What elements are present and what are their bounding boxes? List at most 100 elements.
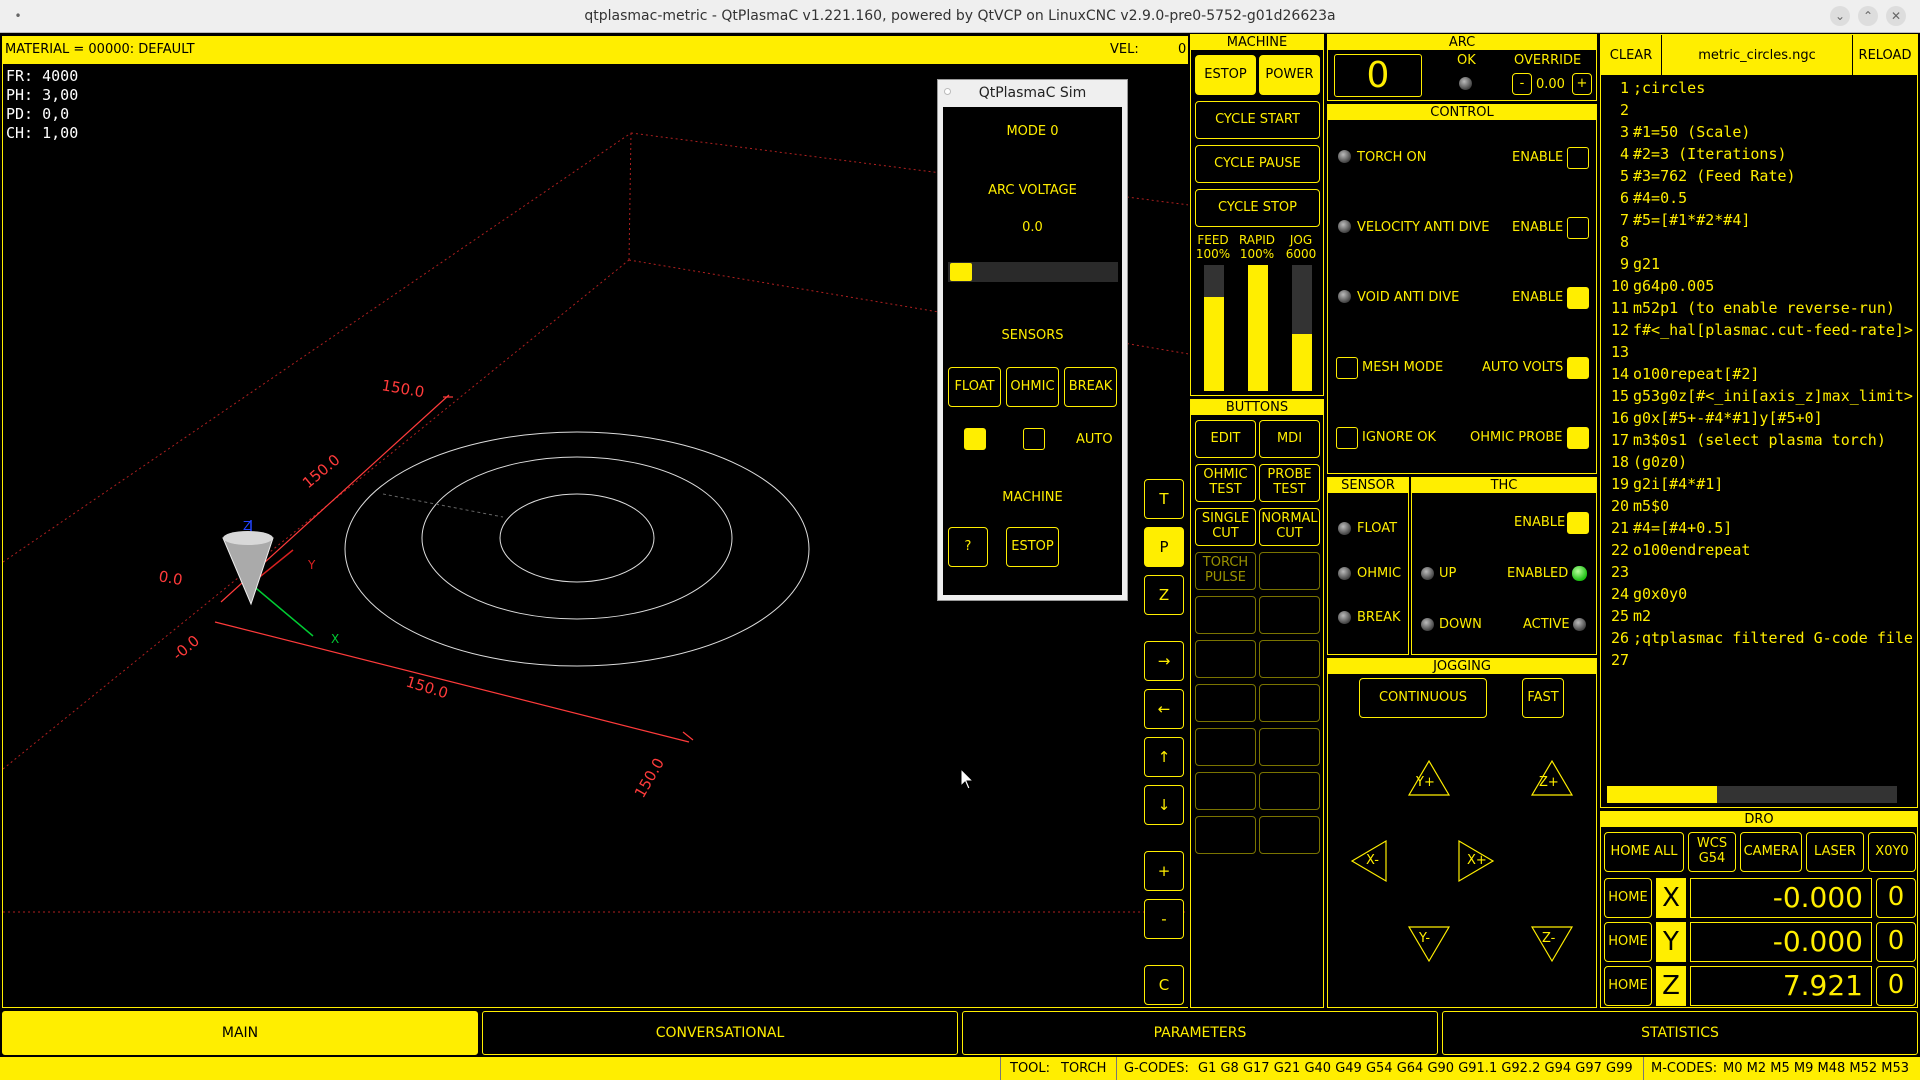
jog-x-plus-button[interactable]: X+	[1467, 853, 1487, 868]
normal-cut-button[interactable]: NORMAL CUT	[1259, 508, 1320, 546]
thc-enable-checkbox[interactable]	[1567, 512, 1589, 534]
side-button-z-view[interactable]: Z	[1144, 575, 1184, 615]
home-all-button[interactable]: HOME ALL	[1604, 832, 1684, 872]
touch-off-y-button[interactable]: 0	[1876, 922, 1916, 962]
jog-y-minus-button[interactable]: Y-	[1419, 931, 1430, 946]
touch-off-x-button[interactable]: 0	[1876, 878, 1916, 918]
gcode-line[interactable]: 6 #4=0.5	[1601, 187, 1917, 209]
gcode-line[interactable]: 10 g64p0.005	[1601, 275, 1917, 297]
slider-handle[interactable]	[950, 263, 972, 281]
pan-right-button[interactable]: →	[1144, 641, 1184, 681]
user-button-14[interactable]	[1259, 684, 1320, 722]
gcode-line[interactable]: 2	[1601, 99, 1917, 121]
clear-preview-button[interactable]: C	[1144, 965, 1184, 1005]
zoom-out-button[interactable]: -	[1144, 899, 1184, 939]
override-plus-button[interactable]: +	[1572, 73, 1592, 95]
home-y-button[interactable]: HOME	[1604, 922, 1652, 962]
user-button-16[interactable]	[1259, 728, 1320, 766]
user-button-10[interactable]	[1259, 596, 1320, 634]
touch-off-z-button[interactable]: 0	[1876, 966, 1916, 1006]
single-cut-button[interactable]: SINGLE CUT	[1195, 508, 1256, 546]
tab-parameters[interactable]: PARAMETERS	[962, 1011, 1438, 1055]
user-button-15[interactable]	[1195, 728, 1256, 766]
gcode-line[interactable]: 14 o100repeat[#2]	[1601, 363, 1917, 385]
pan-up-button[interactable]: ↑	[1144, 737, 1184, 777]
override-minus-button[interactable]: -	[1512, 73, 1532, 95]
gcode-line[interactable]: 26 ;qtplasmac filtered G-code file	[1601, 627, 1917, 649]
gcode-line[interactable]: 12 f#<_hal[plasmac.cut-feed-rate]>	[1601, 319, 1917, 341]
gcode-line[interactable]: 7 #5=[#1*#2*#4]	[1601, 209, 1917, 231]
ohmic-probe-checkbox[interactable]	[1567, 427, 1589, 449]
gcode-line[interactable]: 17 m3$0s1 (select plasma torch)	[1601, 429, 1917, 451]
gcode-line[interactable]: 21 #4=[#4+0.5]	[1601, 517, 1917, 539]
mesh-mode-checkbox[interactable]	[1336, 357, 1358, 379]
sim-float-checkbox[interactable]	[964, 428, 986, 450]
auto-volts-checkbox[interactable]	[1567, 357, 1589, 379]
gcode-line[interactable]: 3 #1=50 (Scale)	[1601, 121, 1917, 143]
gcode-line[interactable]: 25 m2	[1601, 605, 1917, 627]
gcode-line[interactable]: 15 g53g0z[#<_ini[axis_z]max_limit>	[1601, 385, 1917, 407]
gcode-line[interactable]: 1 ;circles	[1601, 77, 1917, 99]
maximize-icon[interactable]: ⌃	[1858, 6, 1878, 26]
gcode-line[interactable]: 19 g2i[#4*#1]	[1601, 473, 1917, 495]
void-enable-checkbox[interactable]	[1567, 287, 1589, 309]
torch-enable-checkbox[interactable]	[1567, 147, 1589, 169]
sim-window-icon[interactable]	[944, 88, 951, 95]
gcode-line[interactable]: 24 g0x0y0	[1601, 583, 1917, 605]
gcode-line[interactable]: 18 (g0z0)	[1601, 451, 1917, 473]
gcode-clear-button[interactable]: CLEAR	[1601, 35, 1661, 75]
user-button-18[interactable]	[1259, 772, 1320, 810]
sim-arc-voltage-slider[interactable]	[948, 262, 1118, 282]
sim-help-button[interactable]: ?	[948, 527, 988, 567]
jog-z-minus-button[interactable]: Z-	[1542, 931, 1555, 946]
sim-estop-button[interactable]: ESTOP	[1006, 527, 1059, 567]
sim-ohmic-checkbox[interactable]	[1023, 428, 1045, 450]
home-x-button[interactable]: HOME	[1604, 878, 1652, 918]
user-button-12[interactable]	[1259, 640, 1320, 678]
mdi-button[interactable]: MDI	[1259, 420, 1320, 458]
tab-statistics[interactable]: STATISTICS	[1442, 1011, 1918, 1055]
camera-button[interactable]: CAMERA	[1740, 832, 1802, 872]
gcode-line[interactable]: 11 m52p1 (to enable reverse-run)	[1601, 297, 1917, 319]
gcode-line[interactable]: 9 g21	[1601, 253, 1917, 275]
edit-button[interactable]: EDIT	[1195, 420, 1256, 458]
cycle-pause-button[interactable]: CYCLE PAUSE	[1195, 145, 1320, 183]
gcode-line[interactable]: 22 o100endrepeat	[1601, 539, 1917, 561]
gcode-editor[interactable]: 1 ;circles 2 3 #1=50 (Scale) 4 #2=3 (Iteration…	[1601, 77, 1917, 707]
estop-button[interactable]: ESTOP	[1195, 55, 1256, 95]
close-icon[interactable]: ✕	[1886, 6, 1906, 26]
jog-z-plus-button[interactable]: Z+	[1539, 775, 1559, 790]
laser-button[interactable]: LASER	[1806, 832, 1864, 872]
sim-ohmic-button[interactable]: OHMIC	[1006, 367, 1059, 407]
gcode-line[interactable]: 5 #3=762 (Feed Rate)	[1601, 165, 1917, 187]
user-button-8[interactable]	[1259, 552, 1320, 590]
pan-left-button[interactable]: ←	[1144, 689, 1184, 729]
gcode-line[interactable]: 23	[1601, 561, 1917, 583]
user-button-17[interactable]	[1195, 772, 1256, 810]
sim-float-button[interactable]: FLOAT	[948, 367, 1001, 407]
tab-main[interactable]: MAIN	[2, 1011, 478, 1055]
ignore-ok-checkbox[interactable]	[1336, 427, 1358, 449]
gcode-line[interactable]: 8	[1601, 231, 1917, 253]
cycle-start-button[interactable]: CYCLE START	[1195, 101, 1320, 139]
jog-x-minus-button[interactable]: X-	[1366, 853, 1379, 868]
torch-pulse-button[interactable]: TORCH PULSE	[1195, 552, 1256, 590]
probe-test-button[interactable]: PROBE TEST	[1259, 464, 1320, 502]
ohmic-test-button[interactable]: OHMIC TEST	[1195, 464, 1256, 502]
side-button-torch[interactable]: T	[1144, 479, 1184, 519]
jog-y-plus-button[interactable]: Y+	[1416, 775, 1435, 790]
gcode-line[interactable]: 27	[1601, 649, 1917, 671]
side-button-plan[interactable]: P	[1144, 527, 1184, 567]
x0y0-button[interactable]: X0Y0	[1868, 832, 1916, 872]
gcode-line[interactable]: 16 g0x[#5+-#4*#1]y[#5+0]	[1601, 407, 1917, 429]
user-button-20[interactable]	[1259, 816, 1320, 854]
gcode-line[interactable]: 20 m5$0	[1601, 495, 1917, 517]
home-z-button[interactable]: HOME	[1604, 966, 1652, 1006]
vad-enable-checkbox[interactable]	[1567, 217, 1589, 239]
feed-slider[interactable]	[1204, 265, 1224, 391]
rapid-slider[interactable]	[1248, 265, 1268, 391]
gcode-reload-button[interactable]: RELOAD	[1853, 35, 1917, 75]
user-button-9[interactable]	[1195, 596, 1256, 634]
user-button-19[interactable]	[1195, 816, 1256, 854]
minimize-icon[interactable]: ⌄	[1830, 6, 1850, 26]
